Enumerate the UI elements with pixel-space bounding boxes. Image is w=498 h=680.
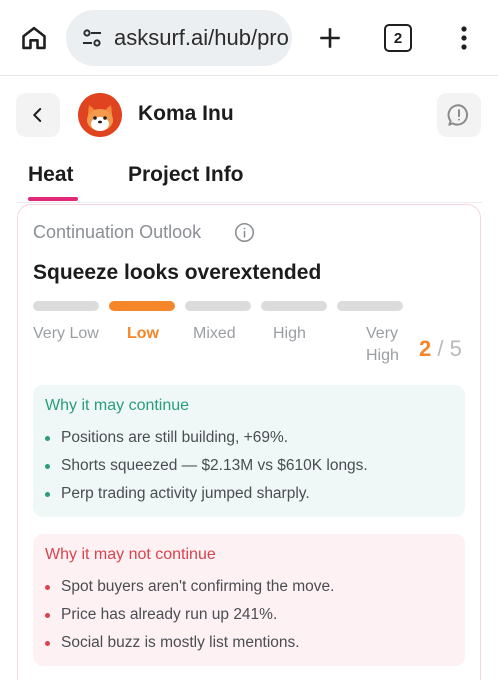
back-arrow-icon: [33, 108, 42, 122]
not-continue-panel: Why it may not continue Spot buyers aren…: [33, 534, 465, 666]
bullet-dot: [45, 491, 50, 497]
bullet-dot: [45, 463, 50, 469]
list-item-text: Social buzz is mostly list mentions.: [61, 634, 300, 651]
level-segment-very-low: [33, 301, 99, 311]
level-label-mixed: Mixed: [193, 325, 236, 342]
score-readout: 2 / 5: [419, 336, 462, 362]
level-segment-high: [261, 301, 327, 311]
list-item: Social buzz is mostly list mentions.: [45, 634, 300, 652]
list-item: Spot buyers aren't confirming the move.: [45, 578, 334, 596]
outlook-headline: Squeeze looks overextended: [33, 261, 322, 284]
level-label-very-high-line2: High: [366, 347, 399, 364]
level-label-high: High: [273, 325, 306, 342]
list-item: Shorts squeezed — $2.13M vs $610K longs.: [45, 457, 368, 475]
tabs-icon[interactable]: 2: [384, 24, 412, 52]
list-item: Perp trading activity jumped sharply.: [45, 485, 310, 503]
level-segment-mixed: [185, 301, 251, 311]
tab-divider: [16, 202, 482, 203]
avatar: [78, 93, 122, 137]
list-item-text: Spot buyers aren't confirming the move.: [61, 578, 335, 595]
bullet-dot: [45, 584, 50, 590]
tab-project-info[interactable]: Project Info: [128, 163, 244, 187]
info-icon[interactable]: [234, 222, 255, 243]
chat-alert-icon: [447, 104, 468, 126]
list-item-text: Positions are still building, +69%.: [61, 429, 289, 446]
project-title: Koma Inu: [138, 102, 234, 125]
active-tab-indicator: [28, 197, 78, 201]
browser-toolbar: asksurf.ai/hub/pro 2: [0, 0, 498, 76]
list-item-text: Shorts squeezed — $2.13M vs $610K longs.: [61, 457, 368, 474]
more-vert-icon[interactable]: [450, 20, 478, 56]
outlook-label: Continuation Outlook: [33, 222, 202, 242]
bullet-dot: [45, 612, 50, 618]
list-item-text: Perp trading activity jumped sharply.: [61, 485, 310, 502]
level-segment-low: [109, 301, 175, 311]
list-item-text: Price has already run up 241%.: [61, 606, 278, 623]
url-text[interactable]: asksurf.ai/hub/pro: [114, 25, 289, 51]
home-icon[interactable]: [16, 20, 52, 56]
score-max: / 5: [437, 336, 462, 361]
plus-icon[interactable]: [312, 20, 348, 56]
list-item: Price has already run up 241%.: [45, 606, 277, 624]
bullet-dot: [45, 435, 50, 441]
tune-icon[interactable]: [78, 24, 106, 52]
score-value: 2: [419, 336, 432, 361]
list-item: Positions are still building, +69%.: [45, 429, 288, 447]
tab-count: 2: [393, 29, 403, 47]
continue-panel: Why it may continue Positions are still …: [33, 385, 465, 517]
level-label-very-low: Very Low: [33, 325, 99, 342]
chat-button[interactable]: [437, 93, 481, 137]
tab-heat[interactable]: Heat: [28, 163, 74, 187]
address-bar[interactable]: asksurf.ai/hub/pro: [66, 10, 292, 66]
level-label-very-high-line1: Very: [366, 325, 399, 342]
not-continue-panel-title: Why it may not continue: [45, 546, 216, 563]
bullet-dot: [45, 640, 50, 646]
level-segment-very-high: [337, 301, 403, 311]
level-label-low: Low: [127, 325, 159, 342]
back-button[interactable]: [16, 93, 60, 137]
continue-panel-title: Why it may continue: [45, 397, 190, 414]
